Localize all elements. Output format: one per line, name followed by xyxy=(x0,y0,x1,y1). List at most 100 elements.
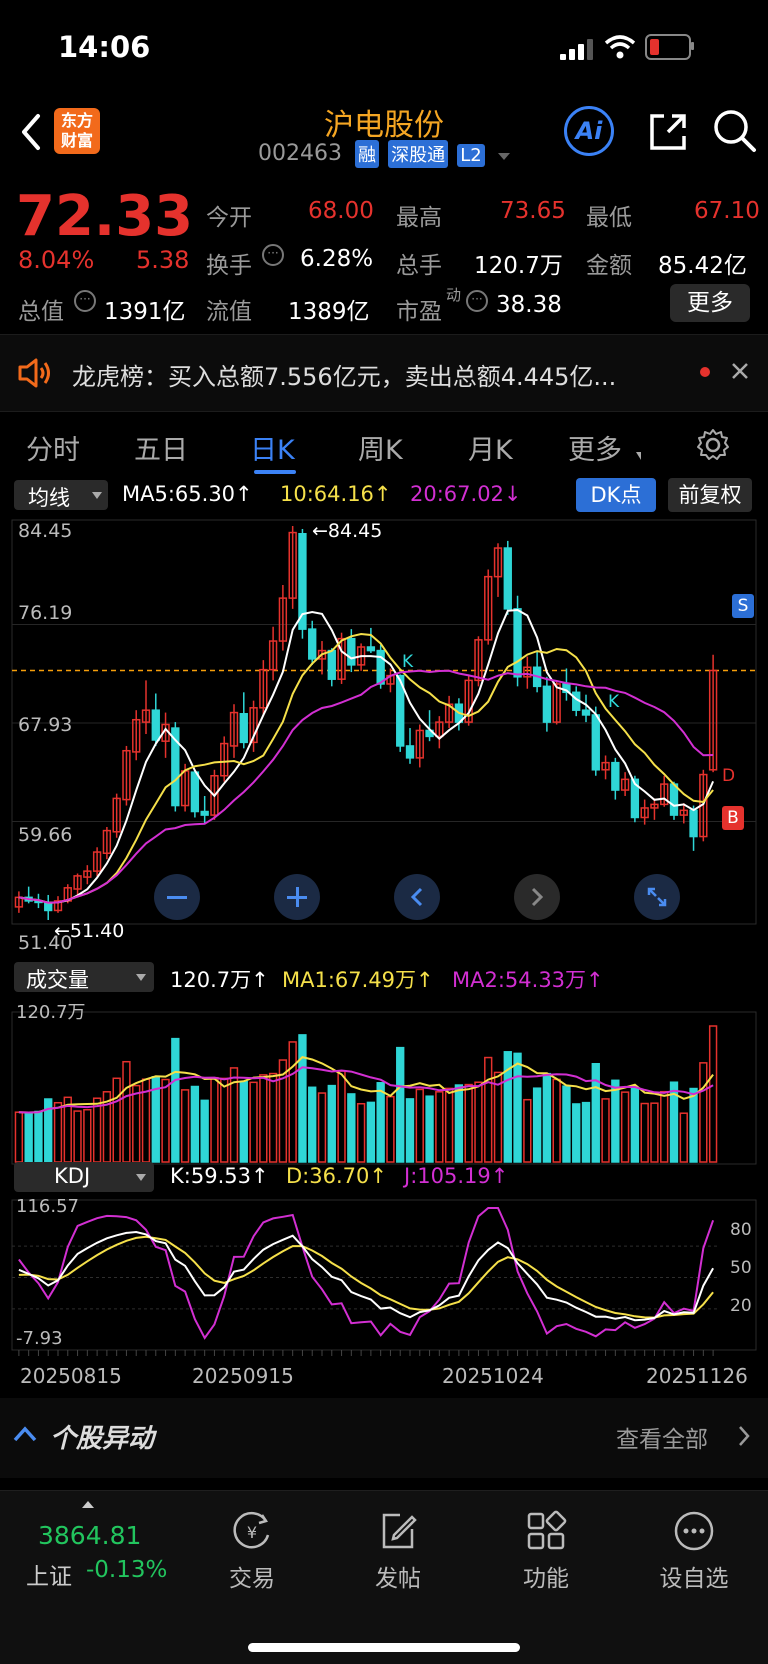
stock-code: 002463 xyxy=(258,141,342,166)
nav-label: 功能 xyxy=(523,1566,569,1592)
volume-value: 120.7万 xyxy=(474,253,563,279)
tab-indicator xyxy=(254,470,296,474)
speaker-icon xyxy=(18,358,50,388)
candle-body xyxy=(581,709,591,716)
float-label: 流值 xyxy=(206,299,252,325)
period-tabs: 分时 五日 日K 周K 月K 更多 xyxy=(0,412,768,477)
expand-icon xyxy=(647,887,667,907)
search-icon[interactable] xyxy=(712,108,758,154)
turnover-label: 换手 xyxy=(206,253,252,279)
badge-l2: L2 xyxy=(457,144,485,167)
volume-bar xyxy=(493,1071,503,1163)
zoom-in-button[interactable] xyxy=(274,874,320,920)
volume-bar xyxy=(376,1082,385,1163)
amount-label: 金额 xyxy=(586,253,632,279)
change-amount: 5.38 xyxy=(136,246,190,274)
kdj-level: 50 xyxy=(730,1258,752,1278)
volume-bar xyxy=(425,1095,434,1163)
tab-more-caret xyxy=(636,452,641,460)
battery-icon xyxy=(645,34,691,60)
tab-more[interactable]: 更多 xyxy=(568,428,622,467)
edit-icon xyxy=(382,1513,417,1549)
volume-bar xyxy=(249,1081,258,1163)
candle-body xyxy=(542,685,552,723)
volume-selector-label: 成交量 xyxy=(26,968,89,992)
volume-bar xyxy=(239,1080,248,1163)
nav-label: 发帖 xyxy=(375,1566,421,1592)
kline-chart-area[interactable]: 均线 MA5:65.30↑ 10:64.16↑ 20:67.02↓ DK点 前复… xyxy=(0,476,768,1398)
zoom-out-button[interactable] xyxy=(154,874,200,920)
adjust-button[interactable]: 前复权 xyxy=(668,478,752,512)
wifi-icon xyxy=(604,35,636,59)
volume-bar xyxy=(660,1090,669,1163)
chart-canvas[interactable] xyxy=(0,516,768,1396)
volume-bar xyxy=(454,1084,464,1163)
tab-intraday[interactable]: 分时 xyxy=(26,428,80,467)
dropdown-icon[interactable] xyxy=(497,153,510,160)
chevron-down-icon xyxy=(136,974,146,981)
volume-bar xyxy=(513,1052,522,1163)
k-marker: K xyxy=(608,692,620,712)
notice-text: 龙虎榜：买入总额7.556亿元，卖出总额4.445亿... xyxy=(72,363,617,391)
share-icon[interactable] xyxy=(646,110,690,154)
volume-bar xyxy=(337,1070,346,1163)
candle-body xyxy=(151,709,160,741)
gear-icon[interactable] xyxy=(696,428,730,462)
volume-bar xyxy=(317,1092,327,1163)
volume-bar xyxy=(347,1093,356,1163)
chevron-right-icon xyxy=(531,887,544,907)
volume-bar xyxy=(112,1077,121,1163)
ma-selector[interactable]: 均线 xyxy=(14,480,108,510)
volume-bar xyxy=(552,1078,561,1163)
scroll-right-button[interactable] xyxy=(514,874,560,920)
sell-signal[interactable]: S xyxy=(732,594,754,618)
scroll-left-button[interactable] xyxy=(394,874,440,920)
pe-value: 38.38 xyxy=(496,292,562,318)
buy-signal[interactable]: B xyxy=(722,806,744,830)
more-button[interactable]: 更多 xyxy=(670,284,750,322)
volume-bar xyxy=(132,1084,141,1163)
volume-bar xyxy=(708,1025,718,1163)
tab-daily-k[interactable]: 日K xyxy=(250,428,295,467)
tab-weekly-k[interactable]: 周K xyxy=(358,428,403,467)
volume-bar xyxy=(689,1087,698,1163)
trade-icon: ¥ xyxy=(233,1511,270,1549)
stock-header: 东方 财富 沪电股份 002463 融 深股通 L2 Ai xyxy=(0,96,768,183)
status-time: 14:06 xyxy=(58,30,151,64)
open-value: 68.00 xyxy=(308,198,374,224)
ma-selector-label: 均线 xyxy=(28,486,70,510)
kdj-selector[interactable]: KDJ xyxy=(14,1162,154,1192)
volume-bar xyxy=(523,1098,532,1163)
ma10-value: 10:64.16↑ xyxy=(280,482,392,506)
chevron-up-icon[interactable] xyxy=(12,1424,38,1444)
bottom-nav: 3864.81 上证 -0.13% ¥ 交易 发帖 功能 设自选 xyxy=(0,1490,768,1664)
view-all-link[interactable]: 查看全部 xyxy=(616,1420,708,1454)
notice-bar[interactable]: 龙虎榜：买入总额7.556亿元，卖出总额4.445亿... xyxy=(0,334,768,412)
volume-bar xyxy=(83,1108,92,1163)
kdj-k: K:59.53↑ xyxy=(170,1164,269,1188)
change-pct: 8.04% xyxy=(18,246,95,274)
info-icon[interactable]: ··· xyxy=(466,290,488,312)
volume-selector[interactable]: 成交量 xyxy=(14,962,154,992)
volume-bar xyxy=(220,1077,229,1163)
badge-row: 融 深股通 L2 xyxy=(355,140,510,168)
tab-monthly-k[interactable]: 月K xyxy=(468,428,513,467)
candle-body xyxy=(190,771,200,813)
volume-bar xyxy=(34,1110,43,1163)
info-icon[interactable]: ··· xyxy=(262,244,284,266)
kdj-level: 80 xyxy=(730,1220,752,1240)
fullscreen-button[interactable] xyxy=(634,874,680,920)
index-value[interactable]: 3864.81 xyxy=(38,1521,141,1550)
volume-bar xyxy=(415,1088,424,1163)
stock-movers-bar[interactable]: 个股异动 查看全部 xyxy=(0,1398,768,1478)
info-icon[interactable]: ··· xyxy=(74,290,96,312)
tab-five-day[interactable]: 五日 xyxy=(134,428,188,467)
dk-point-button[interactable]: DK点 xyxy=(576,478,656,512)
candle-body xyxy=(689,809,698,838)
ma20-value: 20:67.02↓ xyxy=(410,482,522,506)
open-label: 今开 xyxy=(206,205,252,231)
candle-body xyxy=(503,547,512,610)
ai-button[interactable]: Ai xyxy=(564,106,614,156)
volume-bar xyxy=(268,1072,278,1163)
close-icon[interactable] xyxy=(730,361,750,381)
